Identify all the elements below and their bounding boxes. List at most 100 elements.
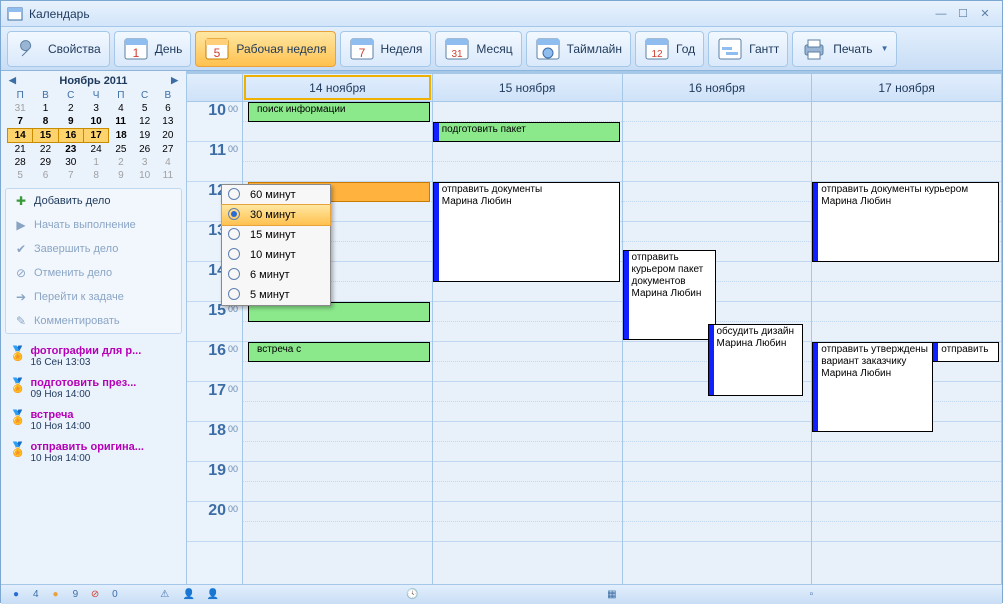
- mini-cal-day[interactable]: 25: [109, 143, 133, 157]
- context-menu-item[interactable]: 15 минут: [222, 225, 330, 245]
- prev-month-button[interactable]: ◀: [9, 75, 16, 86]
- mini-cal-day[interactable]: 3: [83, 102, 108, 115]
- day-header[interactable]: 17 ноября: [812, 74, 1002, 101]
- timeline-button[interactable]: Таймлайн: [526, 31, 631, 67]
- mini-cal-day[interactable]: 4: [156, 156, 179, 169]
- mini-cal-day[interactable]: 22: [33, 143, 58, 157]
- mini-cal-day[interactable]: 20: [156, 129, 179, 143]
- calendar-event[interactable]: встреча с: [248, 342, 430, 362]
- calendar-event[interactable]: отправить документы курьеромМарина Любин: [812, 182, 999, 262]
- day-header[interactable]: 15 ноября: [433, 74, 623, 101]
- day-column[interactable]: подготовить пакет отправить документыМари…: [433, 102, 623, 584]
- day-button[interactable]: 1 День: [114, 31, 192, 67]
- mini-cal-day[interactable]: 15: [33, 129, 58, 143]
- mini-cal-day[interactable]: 9: [109, 169, 133, 182]
- calendar-event[interactable]: обсудить дизайнМарина Любин: [708, 324, 804, 396]
- mini-cal-day[interactable]: 4: [109, 102, 133, 115]
- mini-cal-day[interactable]: 11: [156, 169, 179, 182]
- calendar-event[interactable]: подготовить пакет: [433, 122, 620, 142]
- calendar-event[interactable]: отправить документыМарина Любин: [433, 182, 620, 282]
- calendar-event[interactable]: поиск информации: [248, 102, 430, 122]
- person-icon[interactable]: 👤: [182, 588, 196, 602]
- mini-cal-day[interactable]: 12: [133, 115, 156, 129]
- radio-icon: [228, 188, 240, 200]
- context-menu-item[interactable]: 10 минут: [222, 245, 330, 265]
- mini-cal-day[interactable]: 7: [58, 169, 83, 182]
- close-button[interactable]: ✕: [974, 5, 996, 23]
- mini-cal-day[interactable]: 19: [133, 129, 156, 143]
- year-button[interactable]: 12 Год: [635, 31, 704, 67]
- context-menu-item[interactable]: 30 минут: [221, 204, 331, 226]
- mini-cal-day[interactable]: 9: [58, 115, 83, 129]
- mini-cal-day[interactable]: 18: [109, 129, 133, 143]
- task-item[interactable]: 🏅встреча10 Ноя 14:00: [5, 406, 182, 438]
- mini-cal-day[interactable]: 16: [58, 129, 83, 143]
- mini-cal-day[interactable]: 5: [8, 169, 33, 182]
- mini-cal-day[interactable]: 21: [8, 143, 33, 157]
- mini-cal-day[interactable]: 26: [133, 143, 156, 157]
- next-month-button[interactable]: ▶: [171, 75, 178, 86]
- task-item[interactable]: 🏅отправить оригина...10 Ноя 14:00: [5, 438, 182, 470]
- mini-cal-day[interactable]: 2: [109, 156, 133, 169]
- day-column[interactable]: поиск информации встреча с: [243, 102, 433, 584]
- calendar-event[interactable]: отправить утверждены вариант заказчикуМа…: [812, 342, 933, 432]
- mini-cal-day[interactable]: 27: [156, 143, 179, 157]
- workweek-button[interactable]: 5 Рабочая неделя: [195, 31, 335, 67]
- gantt-button[interactable]: Гантт: [708, 31, 788, 67]
- mini-cal-day[interactable]: 1: [33, 102, 58, 115]
- gantt-icon: [717, 36, 743, 62]
- clock-icon[interactable]: 🕓: [405, 588, 419, 602]
- mini-cal-day[interactable]: 6: [156, 102, 179, 115]
- calendar-event[interactable]: отправить: [932, 342, 999, 362]
- mini-cal-day[interactable]: 13: [156, 115, 179, 129]
- status-cancel-icon: ⊘: [88, 588, 102, 602]
- mini-cal-day[interactable]: 8: [33, 115, 58, 129]
- mini-cal-day[interactable]: 30: [58, 156, 83, 169]
- mini-cal-day[interactable]: 29: [33, 156, 58, 169]
- day-header[interactable]: 14 ноября: [243, 74, 433, 101]
- task-item[interactable]: 🏅фотографии для р...16 Сен 13:03: [5, 342, 182, 374]
- properties-button[interactable]: Свойства: [7, 31, 110, 67]
- month-label: Месяц: [476, 42, 512, 56]
- mini-cal-day[interactable]: 7: [8, 115, 33, 129]
- mini-cal-day[interactable]: 14: [8, 129, 33, 143]
- mini-cal-day[interactable]: 28: [8, 156, 33, 169]
- goto-task-button[interactable]: ➔Перейти к задаче: [6, 285, 181, 309]
- context-menu-item[interactable]: 60 минут: [222, 185, 330, 205]
- person2-icon[interactable]: 👤: [206, 588, 220, 602]
- minimize-button[interactable]: —: [930, 5, 952, 23]
- mini-cal-day[interactable]: 11: [109, 115, 133, 129]
- mini-cal-day[interactable]: 23: [58, 143, 83, 157]
- maximize-button[interactable]: ☐: [952, 5, 974, 23]
- mini-cal-day[interactable]: 2: [58, 102, 83, 115]
- calendar-event[interactable]: отправить курьером пакет документовМарин…: [623, 250, 717, 340]
- print-button[interactable]: Печать ▼: [792, 31, 897, 67]
- mini-cal-day[interactable]: 3: [133, 156, 156, 169]
- start-task-button[interactable]: ▶Начать выполнение: [6, 213, 181, 237]
- warning-icon[interactable]: ⚠: [158, 588, 172, 602]
- note-icon[interactable]: ▫: [804, 588, 818, 602]
- add-task-button[interactable]: ✚Добавить дело: [6, 189, 181, 213]
- mini-cal-day[interactable]: 8: [83, 169, 108, 182]
- task-item[interactable]: 🏅подготовить през...09 Ноя 14:00: [5, 374, 182, 406]
- mini-calendar-grid[interactable]: ПВСЧПСВ311234567891011121314151617181920…: [7, 89, 180, 182]
- mini-cal-day[interactable]: 10: [83, 115, 108, 129]
- mini-cal-day[interactable]: 6: [33, 169, 58, 182]
- day-column[interactable]: отправить курьером пакет документовМарин…: [623, 102, 813, 584]
- day-column[interactable]: отправить документы курьеромМарина Любин…: [812, 102, 1002, 584]
- mini-cal-day[interactable]: 5: [133, 102, 156, 115]
- month-button[interactable]: 31 Месяц: [435, 31, 521, 67]
- comment-button[interactable]: ✎Комментировать: [6, 309, 181, 333]
- day-header[interactable]: 16 ноября: [623, 74, 813, 101]
- mini-cal-day[interactable]: 31: [8, 102, 33, 115]
- cancel-task-button[interactable]: ⊘Отменить дело: [6, 261, 181, 285]
- context-menu-item[interactable]: 6 минут: [222, 265, 330, 285]
- mini-cal-day[interactable]: 1: [83, 156, 108, 169]
- week-button[interactable]: 7 Неделя: [340, 31, 432, 67]
- mini-cal-day[interactable]: 24: [83, 143, 108, 157]
- complete-task-button[interactable]: ✔Завершить дело: [6, 237, 181, 261]
- context-menu-item[interactable]: 5 минут: [222, 285, 330, 305]
- mini-cal-day[interactable]: 10: [133, 169, 156, 182]
- grid-icon[interactable]: ▦: [605, 588, 619, 602]
- mini-cal-day[interactable]: 17: [83, 129, 108, 143]
